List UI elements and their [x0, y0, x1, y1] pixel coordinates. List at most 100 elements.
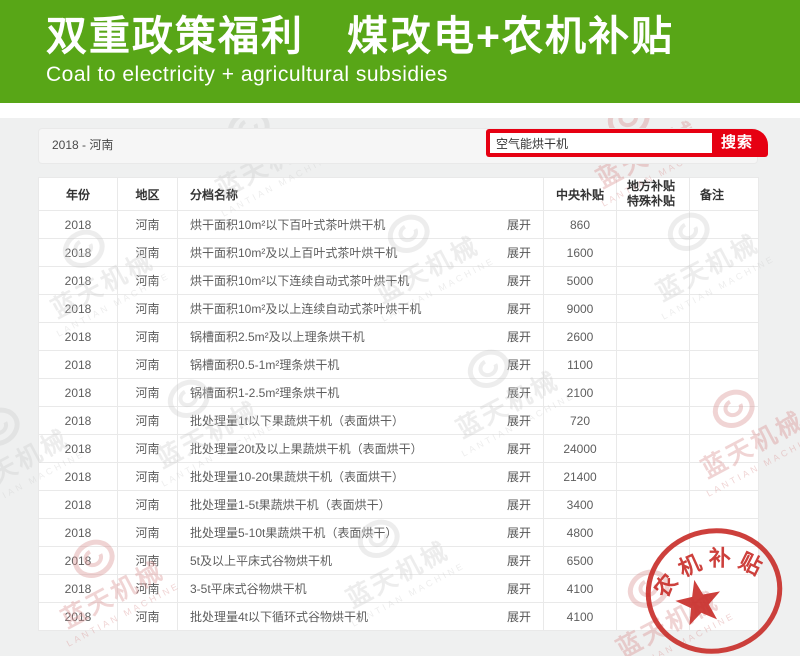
- tier-name: 批处理量10-20t果蔬烘干机（表面烘干）: [190, 470, 404, 484]
- name-cell: 展开 批处理量20t及以上果蔬烘干机（表面烘干）: [178, 435, 544, 463]
- table-row: 2018河南展开烘干面积10m²以下连续自动式茶叶烘干机5000: [39, 267, 759, 295]
- central-subsidy-cell: 860: [544, 211, 617, 239]
- region-cell: 河南: [118, 239, 178, 267]
- region-cell: 河南: [118, 547, 178, 575]
- tier-name: 锅槽面积2.5m²及以上理条烘干机: [190, 330, 365, 344]
- table-row: 2018河南展开批处理量1-5t果蔬烘干机（表面烘干）3400: [39, 491, 759, 519]
- central-subsidy-cell: 4100: [544, 575, 617, 603]
- expand-link[interactable]: 展开: [507, 244, 531, 261]
- column-header-remark: 备注: [690, 178, 759, 211]
- content-area: 蓝天机械 LANTIAN MACHINE 蓝天机械 LANTIAN MACHIN…: [0, 118, 800, 656]
- year-cell: 2018: [39, 323, 118, 351]
- table-row: 2018河南展开锅槽面积2.5m²及以上理条烘干机2600: [39, 323, 759, 351]
- expand-link[interactable]: 展开: [507, 496, 531, 513]
- local-subsidy-cell: [617, 519, 690, 547]
- remark-cell: [690, 547, 759, 575]
- name-cell: 展开烘干面积10m²及以上连续自动式茶叶烘干机: [178, 295, 544, 323]
- table-header-row: 年份 地区 分档名称 中央补贴 地方补贴 特殊补贴 备注: [39, 178, 759, 211]
- region-cell: 河南: [118, 603, 178, 631]
- search-input[interactable]: [490, 133, 712, 153]
- local-subsidy-cell: [617, 379, 690, 407]
- column-header-local: 地方补贴 特殊补贴: [617, 178, 690, 211]
- name-cell: 展开 5t及以上平床式谷物烘干机: [178, 547, 544, 575]
- column-header-region: 地区: [118, 178, 178, 211]
- local-subsidy-cell: [617, 575, 690, 603]
- expand-link[interactable]: 展开: [507, 468, 531, 485]
- expand-link[interactable]: 展开: [507, 384, 531, 401]
- remark-cell: [690, 351, 759, 379]
- table-row: 2018河南展开烘干面积10m²及以上连续自动式茶叶烘干机9000: [39, 295, 759, 323]
- remark-cell: [690, 239, 759, 267]
- table-row: 2018河南展开5t及以上平床式谷物烘干机6500: [39, 547, 759, 575]
- local-subsidy-cell: [617, 407, 690, 435]
- expand-link[interactable]: 展开: [507, 580, 531, 597]
- name-cell: 展开 烘干面积10m²及以上百叶式茶叶烘干机: [178, 239, 544, 267]
- central-subsidy-cell: 4100: [544, 603, 617, 631]
- tier-name: 烘干面积10m²以下连续自动式茶叶烘干机: [190, 274, 409, 288]
- local-header-line2: 特殊补贴: [627, 194, 689, 209]
- tier-name: 锅槽面积1-2.5m²理条烘干机: [190, 386, 339, 400]
- expand-link[interactable]: 展开: [507, 608, 531, 625]
- year-cell: 2018: [39, 519, 118, 547]
- central-subsidy-cell: 2600: [544, 323, 617, 351]
- year-cell: 2018: [39, 491, 118, 519]
- expand-link[interactable]: 展开: [507, 440, 531, 457]
- year-cell: 2018: [39, 575, 118, 603]
- central-subsidy-cell: 3400: [544, 491, 617, 519]
- region-cell: 河南: [118, 295, 178, 323]
- central-subsidy-cell: 720: [544, 407, 617, 435]
- local-subsidy-cell: [617, 295, 690, 323]
- expand-link[interactable]: 展开: [507, 216, 531, 233]
- central-subsidy-cell: 2100: [544, 379, 617, 407]
- region-cell: 河南: [118, 379, 178, 407]
- expand-link[interactable]: 展开: [507, 552, 531, 569]
- expand-link[interactable]: 展开: [507, 412, 531, 429]
- name-cell: 展开 批处理量5-10t果蔬烘干机（表面烘干）: [178, 519, 544, 547]
- remark-cell: [690, 435, 759, 463]
- tier-name: 烘干面积10m²以下百叶式茶叶烘干机: [190, 218, 385, 232]
- expand-link[interactable]: 展开: [507, 524, 531, 541]
- tier-name: 批处理量1t以下果蔬烘干机（表面烘干）: [190, 414, 404, 428]
- expand-link[interactable]: 展开: [507, 300, 531, 317]
- table-row: 2018河南 展开 3-5t平床式谷物烘干机 4100: [39, 575, 759, 603]
- central-subsidy-cell: 1100: [544, 351, 617, 379]
- remark-cell: [690, 603, 759, 631]
- column-header-central: 中央补贴: [544, 178, 617, 211]
- tier-name: 批处理量5-10t果蔬烘干机（表面烘干）: [190, 526, 397, 540]
- table-row: 2018河南展开锅槽面积0.5-1m²理条烘干机1100: [39, 351, 759, 379]
- name-cell: 展开 批处理量1t以下果蔬烘干机（表面烘干）: [178, 407, 544, 435]
- central-subsidy-cell: 5000: [544, 267, 617, 295]
- page-subtitle: Coal to electricity + agricultural subsi…: [46, 63, 800, 87]
- table-row: 2018河南展开锅槽面积1-2.5m²理条烘干机2100: [39, 379, 759, 407]
- central-subsidy-cell: 6500: [544, 547, 617, 575]
- tier-name: 锅槽面积0.5-1m²理条烘干机: [190, 358, 339, 372]
- central-subsidy-cell: 1600: [544, 239, 617, 267]
- local-subsidy-cell: [617, 239, 690, 267]
- name-cell: 展开 锅槽面积0.5-1m²理条烘干机: [178, 351, 544, 379]
- name-cell: 展开 锅槽面积2.5m²及以上理条烘干机: [178, 323, 544, 351]
- expand-link[interactable]: 展开: [507, 356, 531, 373]
- search-button[interactable]: 搜索: [721, 129, 753, 157]
- local-subsidy-cell: [617, 323, 690, 351]
- tier-name: 5t及以上平床式谷物烘干机: [190, 554, 332, 568]
- expand-link[interactable]: 展开: [507, 272, 531, 289]
- table-body: 2018河南展开烘干面积10m²以下百叶式茶叶烘干机8602018河南展开烘干面…: [39, 211, 759, 631]
- local-header-line1: 地方补贴: [627, 179, 689, 194]
- year-cell: 2018: [39, 239, 118, 267]
- expand-link[interactable]: 展开: [507, 328, 531, 345]
- search-box: 搜索: [486, 129, 768, 157]
- table-row: 2018河南展开批处理量1t以下果蔬烘干机（表面烘干）720: [39, 407, 759, 435]
- tier-name: 3-5t平床式谷物烘干机: [190, 582, 307, 596]
- table-row: 2018河南展开批处理量20t及以上果蔬烘干机（表面烘干）24000: [39, 435, 759, 463]
- remark-cell: [690, 407, 759, 435]
- year-cell: 2018: [39, 211, 118, 239]
- local-subsidy-cell: [617, 435, 690, 463]
- remark-cell: [690, 575, 759, 603]
- region-cell: 河南: [118, 575, 178, 603]
- name-cell: 展开 批处理量10-20t果蔬烘干机（表面烘干）: [178, 463, 544, 491]
- tier-name: 批处理量20t及以上果蔬烘干机（表面烘干）: [190, 442, 423, 456]
- tier-name: 烘干面积10m²及以上百叶式茶叶烘干机: [190, 246, 397, 260]
- remark-cell: [690, 519, 759, 547]
- remark-cell: [690, 211, 759, 239]
- subsidy-table: 年份 地区 分档名称 中央补贴 地方补贴 特殊补贴 备注 2018河南展开烘干面…: [38, 177, 759, 631]
